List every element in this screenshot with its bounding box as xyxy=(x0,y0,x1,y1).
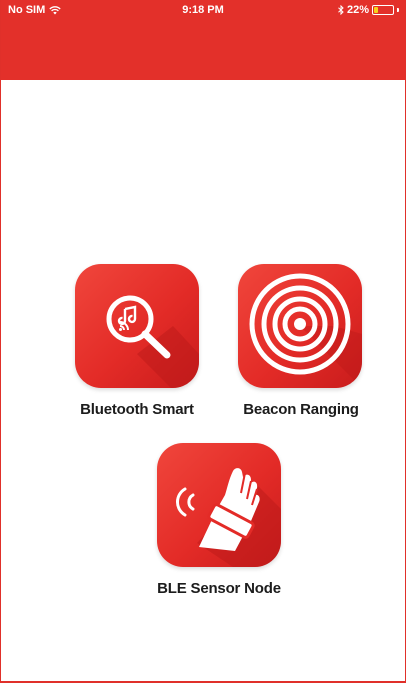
beacon-ranging-app-button[interactable] xyxy=(238,264,362,388)
bluetooth-smart-app-button[interactable] xyxy=(75,264,199,388)
bluetooth-smart-label: Bluetooth Smart xyxy=(80,401,194,418)
status-right: 22% xyxy=(338,4,399,16)
battery-percent: 22% xyxy=(346,4,369,16)
app-screen: No SIM 9:18 PM 22% Bluetooth Smart Beaco… xyxy=(0,0,406,683)
ble-sensor-node-app-button[interactable] xyxy=(157,443,281,567)
navigation-bar: No SIM 9:18 PM 22% xyxy=(1,0,405,80)
bluetooth-icon xyxy=(338,5,344,15)
battery-icon xyxy=(372,5,394,15)
wearable-sensor-hand-icon xyxy=(175,468,281,567)
beacon-rings-icon xyxy=(249,273,362,388)
bluetooth-smart-search-icon xyxy=(106,295,199,388)
beacon-ranging-label: Beacon Ranging xyxy=(243,401,359,418)
battery-tip xyxy=(397,8,399,12)
status-bar: No SIM 9:18 PM 22% xyxy=(1,0,405,22)
battery-level xyxy=(374,7,378,13)
ble-sensor-node-label: BLE Sensor Node xyxy=(157,580,281,597)
